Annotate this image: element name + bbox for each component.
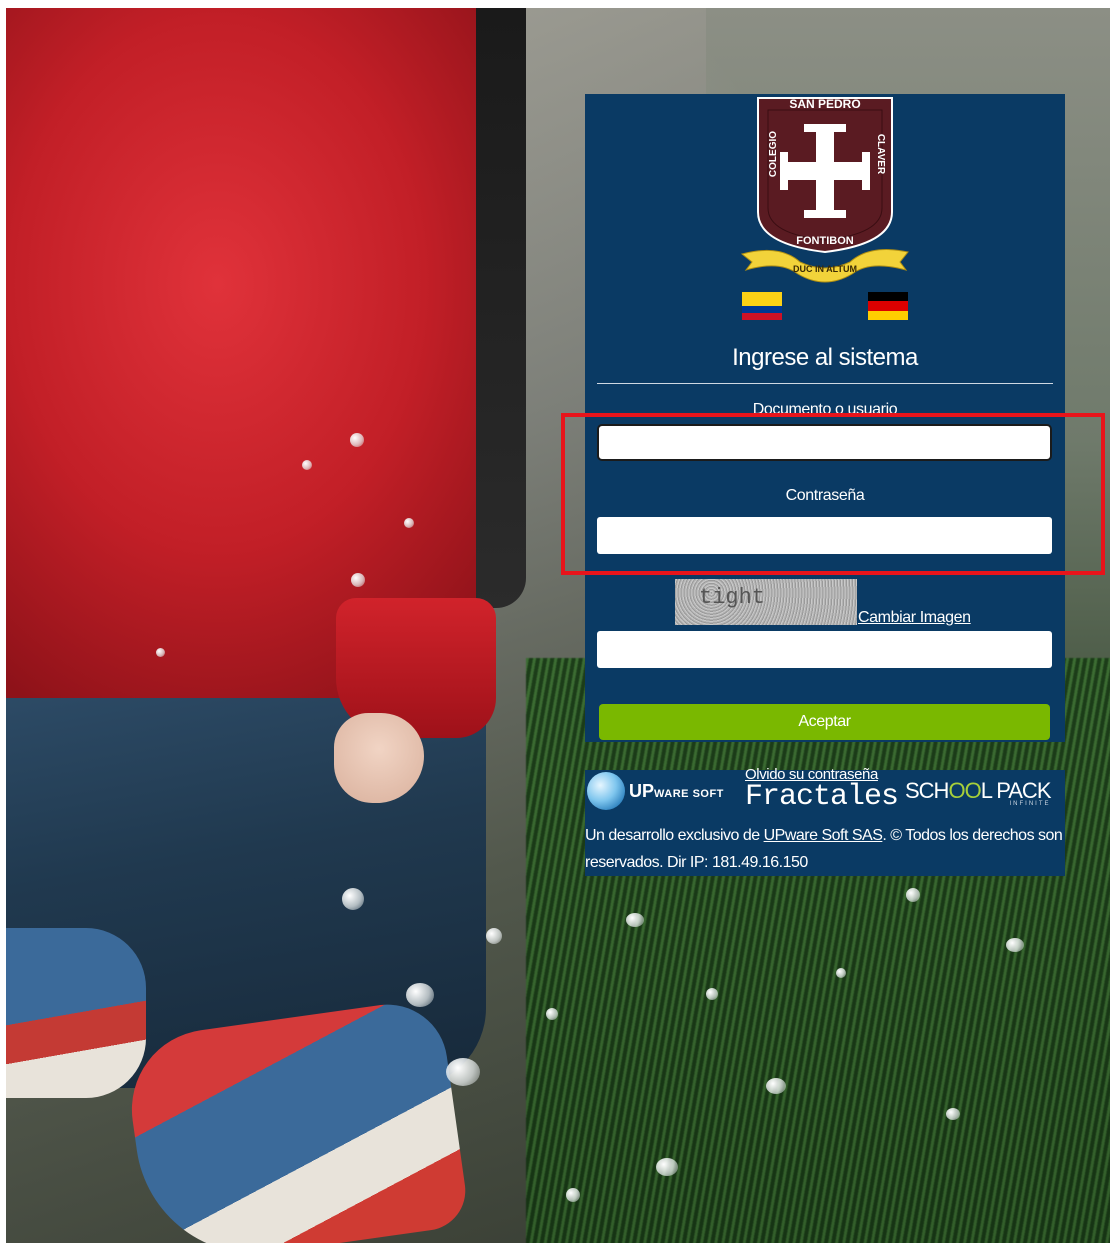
water-drop: [906, 888, 920, 902]
crest-left-text: COLEGIO: [768, 131, 779, 177]
ip-value: 181.49.16.150: [711, 854, 808, 871]
water-drop: [1006, 938, 1024, 952]
water-drop: [156, 648, 165, 657]
water-drop: [350, 433, 364, 447]
globe-icon: [587, 772, 625, 810]
credits-prefix: Un desarrollo exclusivo de: [585, 827, 764, 844]
schoolpack-logo: SCHOOL PACK INFINITE: [905, 778, 1051, 807]
background-grass: [526, 658, 1110, 1243]
captcha-input[interactable]: [597, 631, 1052, 668]
crest-bottom-text: FONTIBON: [796, 235, 853, 247]
schoolpack-logo-oo: OO: [948, 778, 981, 803]
highlight-box: [561, 413, 1105, 575]
change-captcha-link[interactable]: Cambiar Imagen: [858, 609, 971, 627]
schoolpack-logo-b: L PACK: [980, 778, 1052, 803]
crest-top-text: SAN PEDRO: [789, 97, 860, 111]
captcha-image: tight: [675, 579, 857, 625]
upware-company-link[interactable]: UPware Soft SAS: [764, 827, 883, 844]
upware-logo: UPWARE SOFT: [587, 772, 724, 810]
water-drop: [946, 1108, 960, 1120]
water-drop: [302, 460, 312, 470]
water-drop: [404, 518, 414, 528]
water-drop: [342, 888, 364, 910]
colombia-flag-icon[interactable]: [742, 292, 782, 320]
upware-logo-text: UP: [629, 780, 655, 801]
footer-logos: UPWARE SOFT Olvido su contraseña Fractal…: [585, 766, 1065, 818]
water-drop: [486, 928, 502, 944]
water-drop: [546, 1008, 558, 1020]
fractales-logo: Fractales: [745, 780, 899, 814]
login-title: Ingrese al sistema: [732, 344, 918, 371]
water-drop: [656, 1158, 678, 1176]
title-divider: [597, 383, 1053, 384]
school-crest-logo: SAN PEDRO COLEGIO CLAVER FONTIBON DUC IN…: [740, 97, 909, 283]
water-drop: [406, 983, 434, 1007]
background-red-jacket: [6, 8, 476, 698]
background-left-shoe: [6, 928, 146, 1098]
crest-right-text: CLAVER: [875, 134, 886, 175]
footer-panel: UPWARE SOFT Olvido su contraseña Fractal…: [585, 766, 1065, 876]
water-drop: [836, 968, 846, 978]
water-drop: [351, 573, 365, 587]
schoolpack-logo-a: SCH: [905, 778, 949, 803]
crest-motto: DUC IN ALTUM: [793, 264, 857, 274]
water-drop: [706, 988, 718, 1000]
background-sleeve-stripe: [476, 8, 526, 608]
accept-button[interactable]: Aceptar: [599, 704, 1050, 740]
water-drop: [626, 913, 644, 927]
upware-logo-small: WARE SOFT: [654, 787, 724, 800]
water-drop: [766, 1078, 786, 1094]
water-drop: [566, 1188, 580, 1202]
water-drop: [446, 1058, 480, 1086]
credits-text: Un desarrollo exclusivo de UPware Soft S…: [585, 822, 1063, 876]
germany-flag-icon[interactable]: [868, 292, 908, 320]
ip-label: Dir IP:: [667, 854, 712, 871]
